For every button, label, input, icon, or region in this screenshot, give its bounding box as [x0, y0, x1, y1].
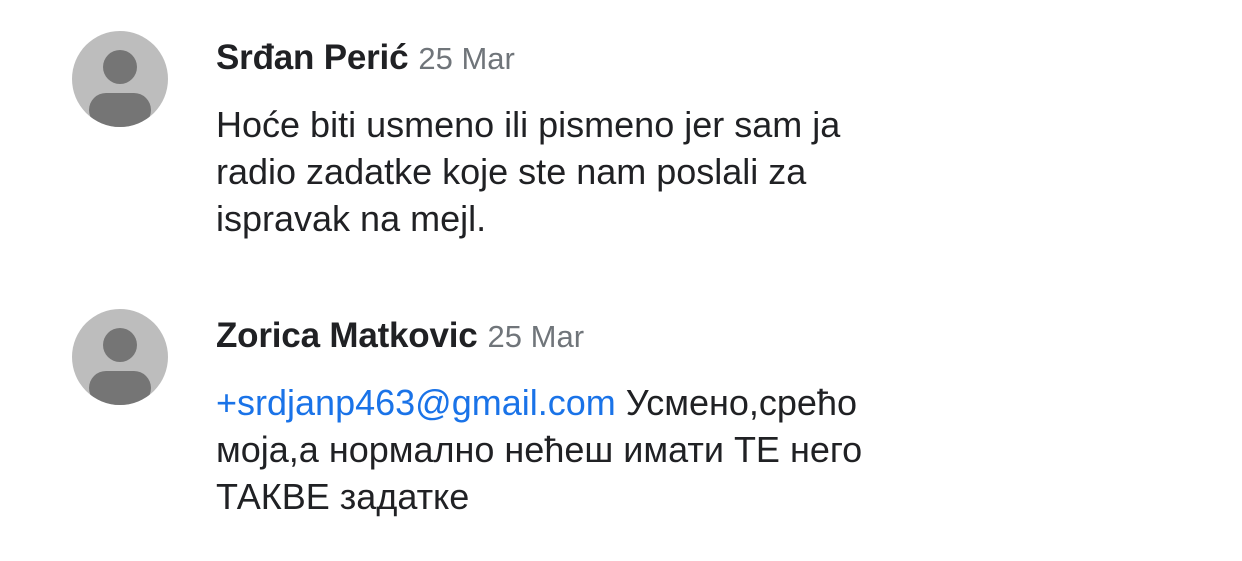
- person-placeholder-icon: [89, 328, 151, 405]
- mention-prefix: +: [216, 382, 238, 423]
- comment-header: Srđan Perić 25 Mar: [216, 36, 515, 87]
- comment-date: 25 Mar: [418, 41, 515, 76]
- comment-text-line: Hoće biti usmeno ili pismeno jer sam ja: [216, 104, 841, 145]
- comment-text-line: ispravak na mejl.: [216, 198, 487, 239]
- comment-text: Усмено,срећо: [615, 382, 857, 423]
- avatar-placeholder-icon[interactable]: [72, 31, 168, 127]
- comment-text-line: ТАКВЕ задатке: [216, 476, 470, 517]
- mention-link[interactable]: srdjanp463@gmail.com: [237, 382, 616, 423]
- avatar-placeholder-icon[interactable]: [72, 309, 168, 405]
- comment-date: 25 Mar: [487, 319, 585, 354]
- comment-text-line: моја,а нормално нећеш имати ТЕ него: [216, 429, 863, 470]
- comment-body: Hoće biti usmeno ili pismeno jer sam ja …: [216, 101, 1016, 242]
- comment-author[interactable]: Zorica Matkovic: [216, 316, 478, 355]
- person-placeholder-icon: [89, 50, 151, 127]
- comment-author[interactable]: Srđan Perić: [216, 38, 409, 77]
- comment-header: Zorica Matkovic 25 Mar: [216, 314, 584, 365]
- comment-text-line: radio zadatke koje ste nam poslali za: [216, 151, 807, 192]
- comment-body: +srdjanp463@gmail.com Усмено,срећо моја,…: [216, 379, 1016, 520]
- comment-text-line: +srdjanp463@gmail.com Усмено,срећо: [216, 379, 1016, 426]
